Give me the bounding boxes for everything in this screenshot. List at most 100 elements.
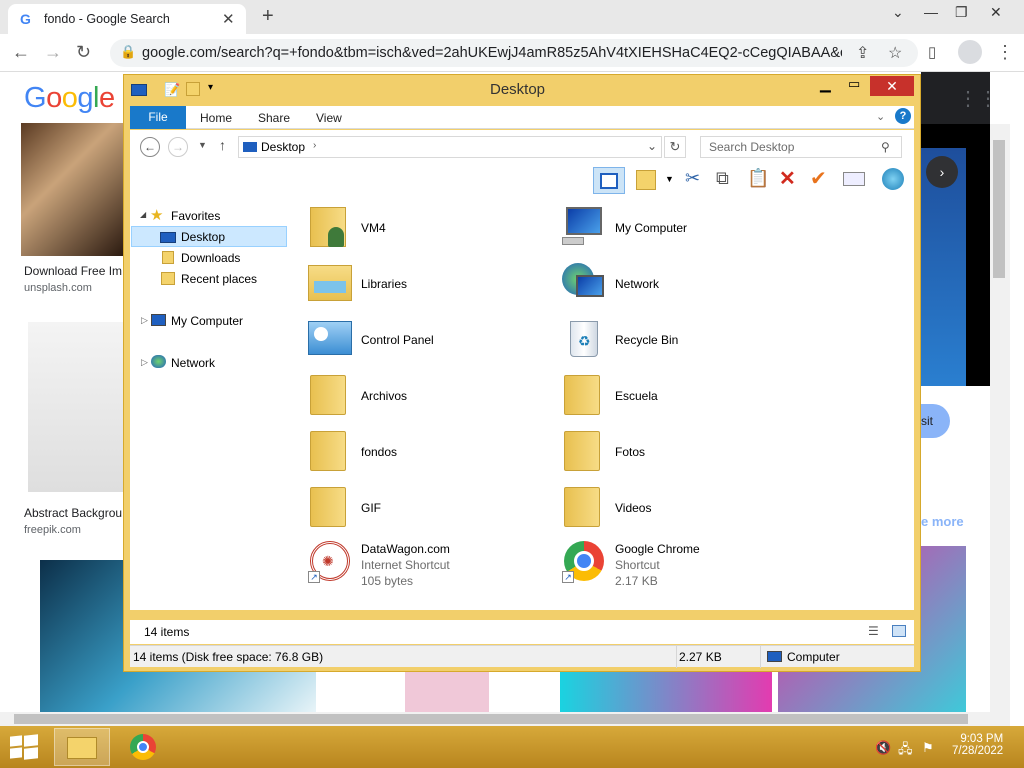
- desktop-item[interactable]: Videos: [560, 483, 800, 535]
- explorer-maximize-button[interactable]: ▭: [848, 76, 868, 92]
- desktop-item[interactable]: ✺ ↗ DataWagon.com Internet Shortcut 105 byte…: [306, 539, 546, 591]
- new-tab-button[interactable]: +: [262, 5, 274, 28]
- help-icon[interactable]: ?: [895, 108, 911, 124]
- address-dropdown-icon[interactable]: ⌄: [647, 139, 657, 153]
- desktop-item[interactable]: My Computer: [560, 203, 800, 255]
- browser-tab[interactable]: G fondo - Google Search ✕: [8, 4, 246, 34]
- desktop-item[interactable]: Archivos: [306, 371, 546, 423]
- back-icon[interactable]: ←: [140, 137, 160, 157]
- desktop-item[interactable]: Control Panel: [306, 315, 546, 367]
- desktop-item[interactable]: Fotos: [560, 427, 800, 479]
- folder-options-icon[interactable]: [636, 170, 656, 190]
- desktop-item[interactable]: fondos: [306, 427, 546, 479]
- desktop-item[interactable]: Escuela: [560, 371, 800, 423]
- desktop-item[interactable]: VM4: [306, 203, 546, 255]
- search-icon[interactable]: ⚲: [881, 140, 890, 154]
- properties-quick-icon[interactable]: 📝: [164, 82, 180, 98]
- favorites-expand-icon[interactable]: ◢: [140, 210, 146, 219]
- restore-window-button[interactable]: ❐: [955, 4, 968, 21]
- paste-icon[interactable]: 📋: [747, 168, 769, 189]
- network-tray-icon[interactable]: 🖧: [898, 740, 913, 762]
- window-computer-icon[interactable]: [131, 84, 147, 96]
- result-title[interactable]: Abstract Backgrou: [24, 506, 122, 520]
- result-source[interactable]: freepik.com: [24, 524, 81, 536]
- options-dropdown-icon[interactable]: ▼: [665, 174, 674, 184]
- horizontal-scroll-thumb[interactable]: [14, 714, 968, 724]
- forward-arrow-icon[interactable]: →: [44, 42, 62, 63]
- bookmark-star-icon[interactable]: ☆: [888, 43, 902, 63]
- side-panel-icon[interactable]: ▯: [928, 43, 936, 61]
- breadcrumb-chevron-icon[interactable]: ›: [313, 140, 316, 151]
- taskbar-chrome-button[interactable]: [116, 728, 172, 766]
- computer-expand-icon[interactable]: ▷: [141, 315, 148, 326]
- explorer-minimize-button[interactable]: ▁: [820, 76, 840, 93]
- action-center-flag-icon[interactable]: ⚑: [922, 740, 934, 756]
- customize-quick-access-icon[interactable]: ▾: [208, 82, 213, 93]
- address-text[interactable]: Desktop: [261, 140, 305, 154]
- back-arrow-icon[interactable]: ←: [12, 42, 30, 63]
- nav-recent-places[interactable]: Recent places: [181, 272, 257, 286]
- tab-view[interactable]: View: [316, 111, 342, 125]
- desktop-item[interactable]: ↗ Google Chrome Shortcut 2.17 KB: [560, 539, 800, 591]
- see-more-link[interactable]: e more: [921, 514, 964, 529]
- new-folder-quick-icon[interactable]: [186, 82, 200, 96]
- apps-grid-icon[interactable]: ⋮⋮: [958, 86, 998, 111]
- desktop-item[interactable]: Libraries: [306, 259, 546, 311]
- web-globe-icon[interactable]: [882, 168, 904, 190]
- search-box[interactable]: Search Desktop ⚲: [700, 136, 902, 158]
- address-input[interactable]: Desktop › ⌄: [238, 136, 662, 158]
- recent-locations-icon[interactable]: ▼: [198, 140, 207, 150]
- rename-check-icon[interactable]: ✔: [810, 166, 827, 191]
- network-expand-icon[interactable]: ▷: [141, 357, 148, 368]
- address-bar[interactable]: 🔒 google.com/search?q=+fondo&tbm=isch&ve…: [110, 39, 918, 67]
- menu-kebab-icon[interactable]: ⋮: [996, 42, 1014, 63]
- close-window-button[interactable]: ✕: [990, 4, 1002, 21]
- url-text[interactable]: google.com/search?q=+fondo&tbm=isch&ved=…: [142, 45, 842, 61]
- desktop-item[interactable]: ♻ Recycle Bin: [560, 315, 800, 367]
- share-icon[interactable]: ⇪: [856, 43, 869, 63]
- result-title[interactable]: Download Free Im: [24, 264, 122, 278]
- desktop-item[interactable]: GIF: [306, 483, 546, 535]
- explorer-close-button[interactable]: ✕: [870, 76, 914, 96]
- refresh-icon[interactable]: ↻: [664, 136, 686, 158]
- minimize-window-button[interactable]: —: [924, 4, 938, 20]
- volume-muted-icon[interactable]: 🔇: [875, 740, 891, 756]
- cut-icon[interactable]: ✂: [685, 168, 700, 189]
- details-view-icon[interactable]: ☰: [868, 624, 879, 638]
- tab-share[interactable]: Share: [258, 111, 290, 125]
- result-image-pink[interactable]: [405, 672, 489, 712]
- expand-ribbon-icon[interactable]: ⌄: [876, 110, 885, 123]
- desktop-item[interactable]: Network: [560, 259, 800, 311]
- nav-my-computer[interactable]: My Computer: [171, 314, 243, 328]
- profile-avatar[interactable]: [958, 40, 982, 64]
- clock[interactable]: 9:03 PM 7/28/2022: [952, 733, 1003, 757]
- google-logo[interactable]: Google: [24, 82, 115, 115]
- delete-icon[interactable]: ✕: [779, 166, 796, 191]
- result-image-gradient[interactable]: [560, 672, 772, 712]
- taskbar-explorer-button[interactable]: [54, 728, 110, 766]
- up-arrow-icon[interactable]: ↑: [219, 137, 226, 153]
- preview-pane-button[interactable]: [593, 167, 625, 194]
- start-button[interactable]: [10, 734, 38, 760]
- nav-favorites[interactable]: Favorites: [171, 209, 220, 223]
- result-source[interactable]: unsplash.com: [24, 282, 92, 294]
- tab-file[interactable]: File: [130, 106, 186, 129]
- copy-icon[interactable]: ⧉: [716, 168, 729, 189]
- large-icons-view-icon[interactable]: [892, 625, 906, 637]
- visit-button[interactable]: sit: [921, 404, 950, 438]
- tab-search-chevron-icon[interactable]: ⌄: [892, 4, 904, 21]
- result-image-abstract[interactable]: [28, 322, 123, 492]
- vertical-scroll-thumb[interactable]: [993, 140, 1005, 278]
- nav-desktop[interactable]: Desktop: [181, 230, 225, 244]
- forward-icon[interactable]: →: [168, 137, 188, 157]
- result-image-leaves[interactable]: [21, 123, 123, 256]
- lock-icon[interactable]: 🔒: [120, 44, 136, 60]
- nav-downloads[interactable]: Downloads: [181, 251, 240, 265]
- search-placeholder[interactable]: Search Desktop: [709, 140, 794, 154]
- close-tab-icon[interactable]: ✕: [222, 10, 235, 28]
- nav-network[interactable]: Network: [171, 356, 215, 370]
- properties-icon[interactable]: [843, 172, 865, 186]
- tab-home[interactable]: Home: [200, 111, 232, 125]
- reload-icon[interactable]: ↻: [76, 42, 91, 63]
- next-chevron-icon[interactable]: ›: [926, 156, 958, 188]
